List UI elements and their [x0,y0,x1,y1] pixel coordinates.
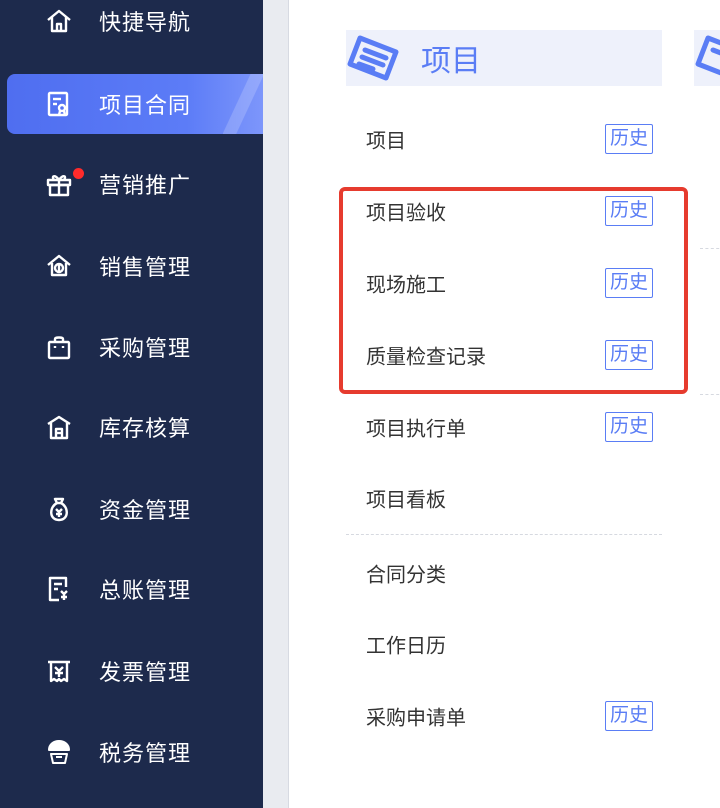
menu-link-project-board[interactable]: 项目看板 [366,484,446,513]
history-button[interactable]: 历史 [605,701,654,731]
menu-row-project-acceptance: 项目验收 历史 [346,189,662,233]
menu-row-site-construction: 现场施工 历史 [346,261,662,305]
contract-icon [45,90,73,118]
sidebar-item-label: 快捷导航 [99,11,192,36]
sidebar-item-ledger[interactable]: 总账管理 [0,559,263,619]
divider [700,394,720,395]
sidebar-item-sales[interactable]: 销售管理 [0,236,263,296]
money-bag-icon [45,495,73,523]
invoice-icon [45,657,73,685]
sidebar-item-project-contract[interactable]: 项目合同 [7,74,263,134]
sidebar-item-invoice[interactable]: 发票管理 [0,641,263,701]
ledger-icon [45,575,73,603]
sidebar-splitter[interactable] [263,0,289,808]
notification-badge [73,168,84,179]
menu-row-project: 项目 历史 [346,117,662,161]
sidebar-item-label: 资金管理 [99,499,192,524]
menu-link-project-acceptance[interactable]: 项目验收 [366,197,446,226]
menu-link-work-calendar[interactable]: 工作日历 [366,630,446,659]
sales-icon [45,252,73,280]
history-button[interactable]: 历史 [605,268,654,298]
menu-link-project-execution[interactable]: 项目执行单 [366,413,466,442]
sidebar-item-marketing[interactable]: 营销推广 [0,154,263,214]
section-title: 项目 [421,44,481,79]
document-icon [694,34,720,82]
sidebar-item-label: 销售管理 [99,256,192,281]
sidebar-item-label: 项目合同 [99,94,192,119]
bag-icon [45,333,73,361]
main-content: 项目 项目 历史 项目验收 历史 现场施工 历史 质量检查记录 历史 项目执行单… [290,0,720,808]
section-header: 项目 [346,30,662,86]
sidebar-item-quick-nav[interactable]: 快捷导航 [0,0,263,51]
divider [700,248,720,249]
menu-link-site-construction[interactable]: 现场施工 [366,269,446,298]
menu-row-project-board: 项目看板 [346,476,662,520]
history-button[interactable]: 历史 [605,196,654,226]
warehouse-icon [45,413,73,441]
menu-row-contract-category: 合同分类 [346,551,662,595]
sidebar-item-inventory[interactable]: 库存核算 [0,397,263,457]
menu-row-purchase-request: 采购申请单 历史 [346,694,662,738]
tax-icon [45,738,73,766]
divider [346,534,662,535]
sidebar-item-label: 总账管理 [99,579,192,604]
history-button[interactable]: 历史 [605,412,654,442]
home-icon [45,7,73,35]
sidebar: 快捷导航 项目合同 营销推广 销售管理 采购管理 库存核算 资金管理 总账管理 … [0,0,263,808]
gift-icon [45,170,73,198]
sidebar-item-label: 营销推广 [99,174,192,199]
menu-link-project[interactable]: 项目 [366,125,406,154]
menu-link-purchase-request[interactable]: 采购申请单 [366,702,466,731]
menu-row-project-execution: 项目执行单 历史 [346,405,662,449]
sidebar-item-label: 库存核算 [99,417,192,442]
sidebar-item-funds[interactable]: 资金管理 [0,479,263,539]
sidebar-item-label: 采购管理 [99,337,192,362]
history-button[interactable]: 历史 [605,124,654,154]
menu-row-work-calendar: 工作日历 [346,622,662,666]
document-icon [346,34,408,82]
sidebar-item-purchase[interactable]: 采购管理 [0,317,263,377]
history-button[interactable]: 历史 [605,340,654,370]
section-header-next [694,30,720,86]
menu-row-quality-inspection: 质量检查记录 历史 [346,333,662,377]
sidebar-item-label: 税务管理 [99,742,192,767]
sidebar-item-tax[interactable]: 税务管理 [0,722,263,782]
menu-link-contract-category[interactable]: 合同分类 [366,559,446,588]
sidebar-item-label: 发票管理 [99,661,192,686]
menu-link-quality-inspection[interactable]: 质量检查记录 [366,341,486,370]
